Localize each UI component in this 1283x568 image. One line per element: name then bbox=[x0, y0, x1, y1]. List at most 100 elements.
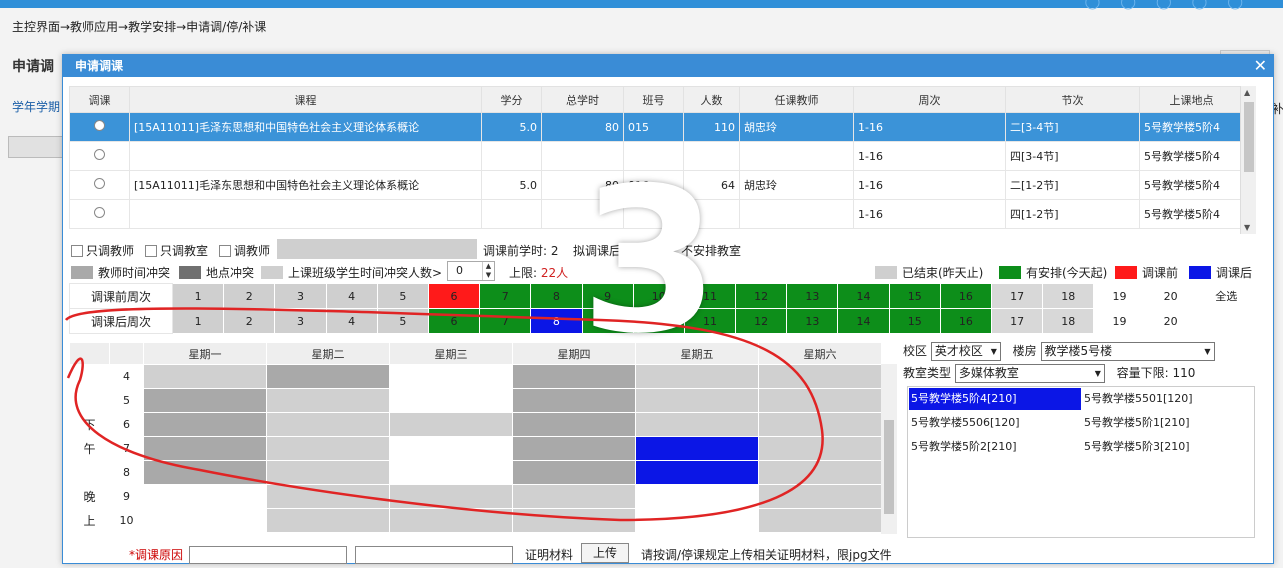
slot-cell[interactable] bbox=[758, 436, 882, 461]
week-cell[interactable]: 12 bbox=[735, 283, 788, 309]
week-cell[interactable]: 14 bbox=[837, 308, 890, 334]
week-cell[interactable]: 5 bbox=[376, 283, 429, 309]
week-cell[interactable]: 14 bbox=[837, 283, 890, 309]
table-row[interactable]: [15A11011]毛泽东思想和中国特色社会主义理论体系概论 5.0 80 01… bbox=[69, 112, 1244, 142]
room-item[interactable]: 5号教学楼5阶4[210] bbox=[909, 388, 1081, 410]
slot-cell[interactable] bbox=[389, 460, 513, 485]
only-teacher-option[interactable]: 只调教师 bbox=[71, 242, 134, 259]
slot-cell[interactable] bbox=[758, 412, 882, 437]
slot-cell[interactable] bbox=[143, 460, 267, 485]
slot-cell[interactable] bbox=[758, 484, 882, 509]
week-cell[interactable]: 8 bbox=[530, 308, 583, 334]
reason-select[interactable] bbox=[189, 546, 347, 564]
week-cell[interactable]: 16 bbox=[939, 308, 993, 334]
swap-teacher-checkbox[interactable] bbox=[219, 245, 231, 257]
week-cell[interactable]: 2 bbox=[223, 283, 276, 309]
slot-cell[interactable] bbox=[389, 484, 513, 509]
slot-cell[interactable] bbox=[389, 364, 513, 389]
week-cell[interactable]: 3 bbox=[274, 308, 327, 334]
row-radio[interactable] bbox=[69, 141, 130, 171]
slot-cell[interactable] bbox=[266, 364, 390, 389]
week-cell[interactable]: 13 bbox=[786, 308, 839, 334]
only-room-checkbox[interactable] bbox=[145, 245, 157, 257]
week-cell[interactable]: 1 bbox=[171, 283, 225, 309]
slot-cell[interactable] bbox=[758, 508, 882, 533]
slot-cell[interactable] bbox=[389, 388, 513, 413]
slot-cell[interactable] bbox=[266, 508, 390, 533]
week-cell[interactable]: 16 bbox=[939, 283, 993, 309]
slot-cell[interactable] bbox=[143, 484, 267, 509]
week-cell[interactable]: 8 bbox=[530, 283, 583, 309]
radio-button[interactable] bbox=[94, 178, 105, 189]
slot-cell-selected[interactable] bbox=[635, 436, 759, 461]
slot-cell-selected[interactable] bbox=[635, 460, 759, 485]
slot-cell[interactable] bbox=[266, 484, 390, 509]
select-all-button[interactable]: 全选 bbox=[1195, 283, 1257, 309]
campus-select[interactable]: 英才校区 ▼ bbox=[930, 342, 1001, 361]
scroll-down-icon[interactable]: ▼ bbox=[1244, 223, 1250, 232]
room-item[interactable]: 5号教学楼5506[120] bbox=[909, 412, 1081, 434]
building-select[interactable]: 教学楼5号楼 ▼ bbox=[1040, 342, 1215, 361]
week-cell[interactable]: 7 bbox=[479, 283, 532, 309]
slot-cell[interactable] bbox=[512, 412, 636, 437]
slot-cell[interactable] bbox=[266, 460, 390, 485]
slot-cell[interactable] bbox=[143, 412, 267, 437]
slot-cell[interactable] bbox=[758, 364, 882, 389]
week-cell[interactable]: 15 bbox=[888, 283, 941, 309]
slot-cell[interactable] bbox=[512, 508, 636, 533]
radio-button[interactable] bbox=[94, 120, 105, 131]
week-cell[interactable]: 19 bbox=[1093, 308, 1146, 334]
week-cell[interactable]: 20 bbox=[1144, 308, 1197, 334]
week-cell[interactable]: 20 bbox=[1144, 283, 1197, 309]
week-cell[interactable]: 6 bbox=[427, 283, 481, 309]
slot-cell[interactable] bbox=[389, 508, 513, 533]
row-radio[interactable] bbox=[69, 112, 130, 142]
week-cell[interactable]: 12 bbox=[735, 308, 788, 334]
slot-cell[interactable] bbox=[758, 460, 882, 485]
week-cell[interactable]: 5 bbox=[376, 308, 429, 334]
slot-cell[interactable] bbox=[512, 436, 636, 461]
reason-detail-select[interactable] bbox=[355, 546, 513, 564]
week-cell[interactable]: 2 bbox=[223, 308, 276, 334]
week-cell[interactable]: 1 bbox=[171, 308, 225, 334]
conflict-count-stepper[interactable]: 0 ▲ ▼ bbox=[447, 261, 495, 281]
slot-cell[interactable] bbox=[512, 388, 636, 413]
slot-cell[interactable] bbox=[266, 388, 390, 413]
week-cell[interactable]: 4 bbox=[325, 283, 378, 309]
room-item[interactable]: 5号教学楼5501[120] bbox=[1082, 388, 1254, 410]
stepper-arrows-icon[interactable]: ▲ ▼ bbox=[482, 262, 494, 280]
close-icon[interactable]: ✕ bbox=[1254, 55, 1267, 77]
week-cell[interactable]: 4 bbox=[325, 308, 378, 334]
week-cell[interactable]: 15 bbox=[888, 308, 941, 334]
upload-button[interactable]: 上传 bbox=[581, 543, 629, 563]
teacher-input[interactable] bbox=[277, 239, 477, 259]
slot-cell[interactable] bbox=[143, 388, 267, 413]
slot-cell[interactable] bbox=[635, 484, 759, 509]
room-type-select[interactable]: 多媒体教室 ▼ bbox=[954, 364, 1105, 383]
slot-cell[interactable] bbox=[512, 484, 636, 509]
slot-cell[interactable] bbox=[266, 412, 390, 437]
week-cell[interactable]: 13 bbox=[786, 283, 839, 309]
slot-cell[interactable] bbox=[635, 412, 759, 437]
slot-cell[interactable] bbox=[758, 388, 882, 413]
slot-cell[interactable] bbox=[389, 412, 513, 437]
schedule-scrollbar[interactable] bbox=[881, 364, 897, 534]
slot-cell[interactable] bbox=[143, 364, 267, 389]
room-item[interactable]: 5号教学楼5阶2[210] bbox=[909, 436, 1081, 458]
slot-cell[interactable] bbox=[143, 508, 267, 533]
scroll-up-icon[interactable]: ▲ bbox=[1244, 88, 1250, 97]
room-item[interactable]: 5号教学楼5阶3[210] bbox=[1082, 436, 1254, 458]
slot-cell[interactable] bbox=[512, 460, 636, 485]
row-radio[interactable] bbox=[69, 199, 130, 229]
week-cell[interactable]: 3 bbox=[274, 283, 327, 309]
scrollbar-thumb[interactable] bbox=[1244, 102, 1254, 172]
only-teacher-checkbox[interactable] bbox=[71, 245, 83, 257]
slot-cell[interactable] bbox=[635, 508, 759, 533]
week-cell[interactable]: 18 bbox=[1042, 283, 1095, 309]
week-cell[interactable]: 18 bbox=[1042, 308, 1095, 334]
row-radio[interactable] bbox=[69, 170, 130, 200]
week-cell[interactable]: 17 bbox=[990, 308, 1044, 334]
slot-cell[interactable] bbox=[143, 436, 267, 461]
course-table-scrollbar[interactable]: ▲ ▼ bbox=[1240, 86, 1256, 234]
radio-button[interactable] bbox=[94, 149, 105, 160]
